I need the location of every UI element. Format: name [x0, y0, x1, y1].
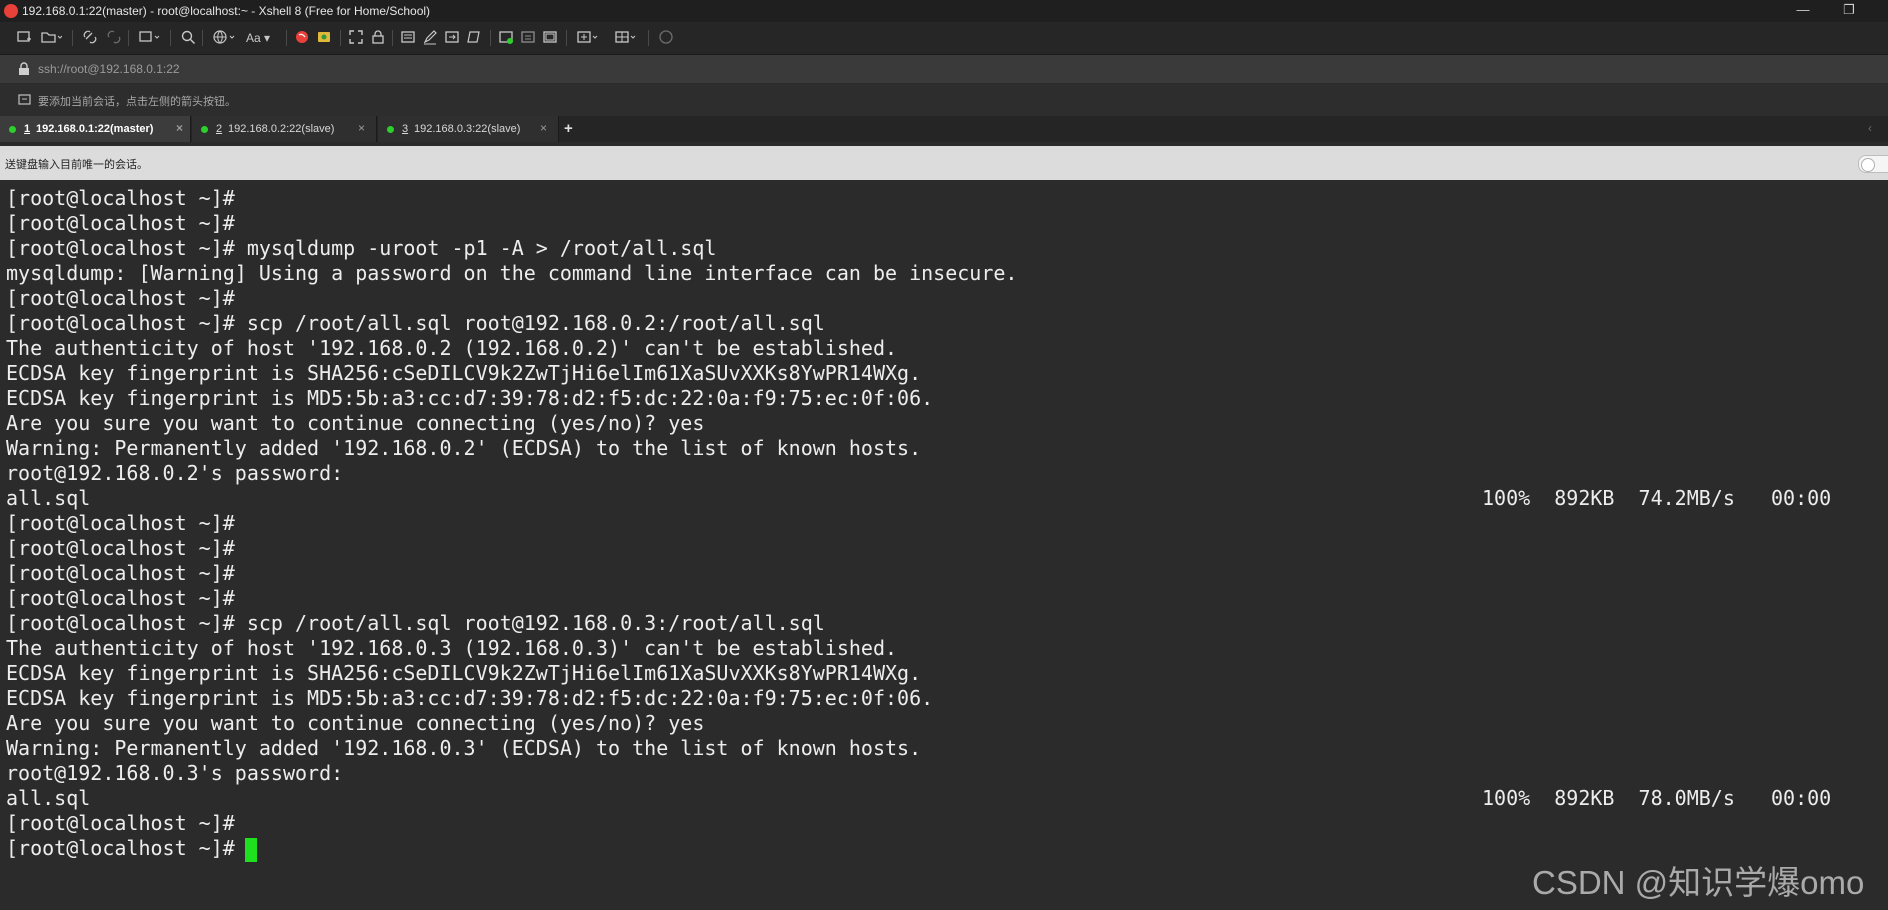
compose-icon[interactable]	[400, 29, 416, 47]
connected-status-icon	[9, 126, 16, 133]
terminal-line: [root@localhost ~]#	[6, 211, 235, 235]
new-tab-icon[interactable]	[138, 29, 160, 47]
connected-status-icon	[387, 126, 394, 133]
terminal-line: ECDSA key fingerprint is SHA256:cSeDILCV…	[6, 361, 922, 385]
globe-icon[interactable]	[212, 29, 236, 47]
terminal-line: all.sql	[6, 786, 91, 810]
fullscreen-icon[interactable]	[348, 29, 364, 47]
tab-session-1[interactable]: 1 192.168.0.1:22(master) ×	[0, 116, 191, 142]
terminal-line: [root@localhost ~]#	[6, 561, 235, 585]
watermark: CSDN @知识学爆omo	[1532, 864, 1865, 901]
terminal-line: [root@localhost ~]#	[6, 836, 235, 860]
title-bar: 192.168.0.1:22(master) - root@localhost:…	[0, 0, 1888, 22]
terminal-line: [root@localhost ~]# mysqldump -uroot -p1…	[6, 236, 717, 260]
close-icon[interactable]: ×	[540, 121, 547, 135]
script-icon[interactable]	[466, 29, 482, 47]
link-icon[interactable]	[82, 29, 98, 47]
address-bar[interactable]: ssh://root@192.168.0.1:22	[0, 55, 1888, 83]
transfer-progress: 100% 892KB 74.2MB/s 00:00	[1482, 486, 1832, 510]
chat-icon[interactable]	[658, 29, 674, 47]
terminal-line: root@192.168.0.3's password:	[6, 761, 344, 785]
session-address[interactable]: ssh://root@192.168.0.1:22	[38, 62, 180, 76]
tab-number: 2	[216, 123, 223, 135]
terminal-line: [root@localhost ~]#	[6, 186, 235, 210]
sftp-icon[interactable]	[520, 29, 536, 47]
tab-label: 192.168.0.3:22(slave)	[414, 123, 521, 135]
open-folder-icon[interactable]	[40, 29, 63, 47]
add-session-arrow-icon[interactable]	[18, 93, 32, 110]
xshell-app-icon	[4, 4, 18, 18]
terminal-line: mysqldump: [Warning] Using a password on…	[6, 261, 1018, 285]
compose-bar: 送键盘输入目前唯一的会话。	[0, 146, 1888, 180]
tab-label: 192.168.0.1:22(master)	[36, 123, 154, 135]
transfer-progress: 100% 892KB 78.0MB/s 00:00	[1482, 786, 1832, 810]
tab-bar: 1 192.168.0.1:22(master) × 2 192.168.0.2…	[0, 116, 1888, 142]
window-title: 192.168.0.1:22(master) - root@localhost:…	[22, 4, 431, 18]
terminal-line: [root@localhost ~]# scp /root/all.sql ro…	[6, 611, 825, 635]
tab-scroll-left-icon[interactable]: ‹	[1868, 121, 1872, 135]
tab-number: 3	[402, 123, 409, 135]
terminal-line: all.sql	[6, 486, 91, 510]
font-icon[interactable]: Aa ▾	[246, 29, 270, 47]
tab-session-3[interactable]: 3 192.168.0.3:22(slave) ×	[378, 116, 559, 142]
tab-session-2[interactable]: 2 192.168.0.2:22(slave) ×	[192, 116, 377, 142]
compose-bar-text: 送键盘输入目前唯一的会话。	[5, 159, 148, 171]
unlink-icon[interactable]	[106, 29, 122, 47]
toolbar: Aa ▾	[0, 22, 1888, 55]
minimize-button[interactable]: —	[1780, 0, 1826, 22]
transfer-icon[interactable]	[444, 29, 460, 47]
terminal-line: ECDSA key fingerprint is SHA256:cSeDILCV…	[6, 661, 922, 685]
close-icon[interactable]: ×	[176, 121, 183, 135]
terminal-line: Are you sure you want to continue connec…	[6, 411, 705, 435]
terminal-line: root@192.168.0.2's password:	[6, 461, 344, 485]
terminal-line: [root@localhost ~]#	[6, 536, 235, 560]
xftp-icon[interactable]	[316, 29, 332, 47]
compose-toggle[interactable]	[1858, 155, 1888, 173]
new-window-icon[interactable]	[498, 29, 514, 47]
terminal-line: The authenticity of host '192.168.0.3 (1…	[6, 636, 898, 660]
lock-icon	[18, 62, 30, 78]
terminal-line: [root@localhost ~]#	[6, 511, 235, 535]
terminal-line: [root@localhost ~]# scp /root/all.sql ro…	[6, 311, 825, 335]
restore-button[interactable]: ❐	[1826, 0, 1872, 22]
terminal-line: ECDSA key fingerprint is MD5:5b:a3:cc:d7…	[6, 686, 934, 710]
close-icon[interactable]: ×	[358, 121, 365, 135]
terminal-line: Are you sure you want to continue connec…	[6, 711, 705, 735]
log-icon[interactable]	[542, 29, 558, 47]
find-icon[interactable]	[180, 29, 196, 47]
terminal-output[interactable]: [root@localhost ~]# [root@localhost ~]# …	[0, 181, 1888, 910]
layout-icon[interactable]	[576, 29, 600, 47]
terminal-line: [root@localhost ~]#	[6, 586, 235, 610]
tab-number: 1	[24, 123, 31, 135]
hint-text: 要添加当前会话，点击左侧的箭头按钮。	[38, 96, 236, 108]
terminal-line: ECDSA key fingerprint is MD5:5b:a3:cc:d7…	[6, 386, 934, 410]
lock-icon[interactable]	[370, 29, 386, 47]
tab-label: 192.168.0.2:22(slave)	[228, 123, 335, 135]
terminal-line: [root@localhost ~]#	[6, 811, 235, 835]
session-hint-bar: 要添加当前会话，点击左侧的箭头按钮。	[0, 84, 1888, 116]
tile-icon[interactable]	[614, 29, 638, 47]
terminal-line: [root@localhost ~]#	[6, 286, 235, 310]
new-session-icon[interactable]	[16, 29, 32, 47]
add-tab-button[interactable]: +	[564, 120, 573, 137]
terminal-line: Warning: Permanently added '192.168.0.2'…	[6, 436, 922, 460]
terminal-line: Warning: Permanently added '192.168.0.3'…	[6, 736, 922, 760]
terminal-cursor	[245, 838, 257, 862]
connected-status-icon	[201, 126, 208, 133]
xshell-icon[interactable]	[294, 29, 310, 47]
terminal-line: The authenticity of host '192.168.0.2 (1…	[6, 336, 898, 360]
highlight-icon[interactable]	[422, 29, 438, 47]
